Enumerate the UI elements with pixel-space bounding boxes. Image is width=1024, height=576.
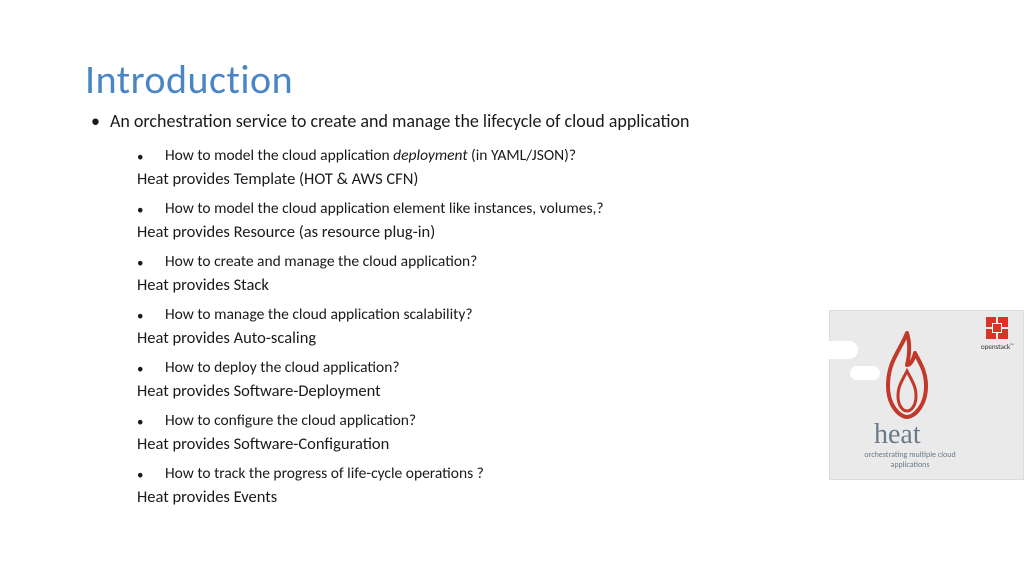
question-text: How to manage the cloud application scal… xyxy=(165,305,939,324)
question-text: How to track the progress of life-cycle … xyxy=(165,464,939,483)
bullet-dot: • xyxy=(137,416,165,429)
cloud-icon xyxy=(818,341,858,359)
flame-icon xyxy=(880,331,935,421)
heat-tagline: orchestrating multiple cloud application… xyxy=(860,451,960,470)
question-bullet: •How to track the progress of life-cycle… xyxy=(137,464,939,483)
heat-wordmark: heat xyxy=(874,419,921,451)
bullet-dot: • xyxy=(137,257,165,270)
bullet-dot: • xyxy=(137,469,165,482)
bullet-dot: • xyxy=(137,151,165,164)
question-text: How to model the cloud application deplo… xyxy=(165,146,939,165)
question-bullet: •How to create and manage the cloud appl… xyxy=(137,252,939,271)
openstack-cube-icon xyxy=(984,315,1010,341)
question-text: How to deploy the cloud application? xyxy=(165,358,939,377)
trademark: ™ xyxy=(1010,343,1013,349)
question-bullet: •How to deploy the cloud application? xyxy=(137,358,939,377)
answer-text: Heat provides Resource (as resource plug… xyxy=(137,222,939,242)
openstack-logo: openstack™ xyxy=(977,315,1017,352)
question-bullet: •How to manage the cloud application sca… xyxy=(137,305,939,324)
bullet-dot: • xyxy=(137,204,165,217)
intro-bullet: An orchestration service to create and m… xyxy=(91,110,939,132)
question-text: How to create and manage the cloud appli… xyxy=(165,252,939,271)
content-list: •How to model the cloud application depl… xyxy=(137,146,939,507)
cloud-icon xyxy=(850,366,880,380)
question-bullet: •How to model the cloud application elem… xyxy=(137,199,939,218)
bullet-dot: • xyxy=(137,310,165,323)
slide-title: Introduction xyxy=(85,55,939,104)
heat-logo-box: heat orchestrating multiple cloud applic… xyxy=(829,310,1024,480)
answer-text: Heat provides Template (HOT & AWS CFN) xyxy=(137,169,939,189)
answer-text: Heat provides Software-Configuration xyxy=(137,434,939,454)
answer-text: Heat provides Software-Deployment xyxy=(137,381,939,401)
openstack-label: openstack™ xyxy=(977,343,1017,352)
question-bullet: •How to configure the cloud application? xyxy=(137,411,939,430)
bullet-dot: • xyxy=(137,363,165,376)
question-text: How to model the cloud application eleme… xyxy=(165,199,939,218)
answer-text: Heat provides Events xyxy=(137,487,939,507)
question-bullet: •How to model the cloud application depl… xyxy=(137,146,939,165)
answer-text: Heat provides Stack xyxy=(137,275,939,295)
question-text: How to configure the cloud application? xyxy=(165,411,939,430)
